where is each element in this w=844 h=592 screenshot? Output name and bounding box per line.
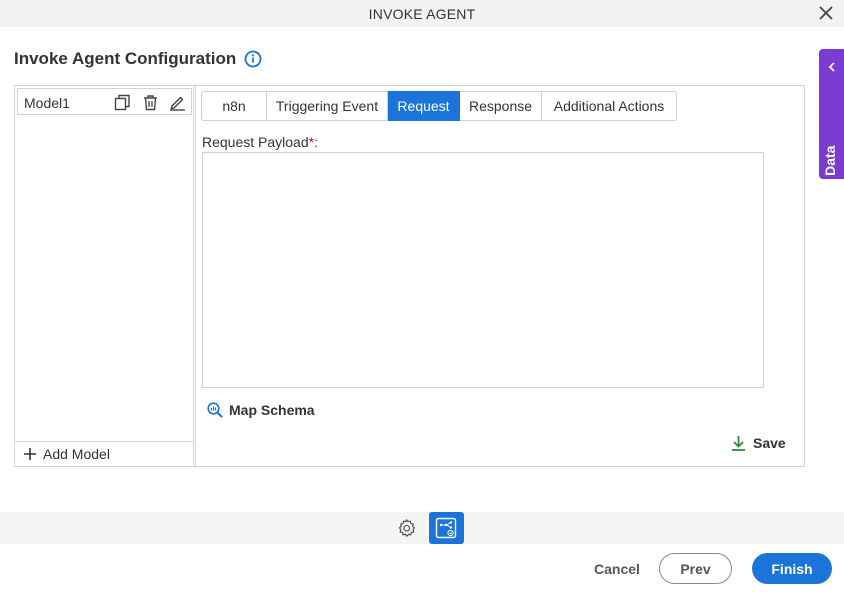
- cancel-button[interactable]: Cancel: [588, 553, 646, 584]
- tab-bar: n8n Triggering Event Request Response Ad…: [201, 91, 677, 121]
- model-item[interactable]: Model1: [17, 88, 192, 115]
- page-title: Invoke Agent Configuration: [14, 49, 237, 68]
- edit-icon[interactable]: [169, 94, 186, 111]
- prev-button[interactable]: Prev: [659, 553, 732, 584]
- bottom-toolbar: [0, 512, 844, 544]
- model-name: Model1: [24, 95, 70, 111]
- map-schema-label: Map Schema: [229, 402, 315, 418]
- dialog-title: INVOKE AGENT: [368, 6, 476, 22]
- label-colon: :: [314, 134, 318, 150]
- add-model-button[interactable]: Add Model: [15, 441, 193, 466]
- tab-response[interactable]: Response: [460, 91, 542, 121]
- duplicate-icon[interactable]: [114, 94, 131, 111]
- tab-additional-actions[interactable]: Additional Actions: [542, 91, 677, 121]
- map-schema-button[interactable]: Map Schema: [207, 402, 315, 418]
- close-icon[interactable]: [818, 5, 834, 21]
- page-title-row: Invoke Agent Configuration: [14, 49, 262, 69]
- request-panel: n8n Triggering Event Request Response Ad…: [195, 86, 804, 466]
- schema-search-icon: [207, 402, 223, 418]
- dialog-titlebar: INVOKE AGENT: [0, 0, 844, 27]
- workflow-icon: [435, 517, 457, 539]
- chevron-left-icon: [828, 62, 835, 72]
- plus-icon: [24, 448, 36, 460]
- save-button[interactable]: Save: [731, 435, 786, 451]
- tab-request[interactable]: Request: [388, 91, 460, 121]
- info-icon[interactable]: [244, 50, 262, 68]
- request-payload-label-text: Request Payload: [202, 134, 309, 150]
- gear-icon[interactable]: [396, 518, 417, 539]
- app-data-label: App Data: [822, 145, 838, 207]
- app-data-side-tab[interactable]: App Data: [819, 49, 844, 207]
- add-model-label: Add Model: [43, 446, 110, 462]
- save-label: Save: [753, 435, 786, 451]
- model-list-panel: Model1 Add Model: [15, 86, 194, 466]
- request-payload-label: Request Payload*:: [202, 134, 318, 150]
- flow-designer-button[interactable]: [429, 512, 464, 544]
- tab-n8n[interactable]: n8n: [201, 91, 267, 121]
- request-payload-input[interactable]: [202, 152, 764, 388]
- finish-button[interactable]: Finish: [752, 553, 832, 584]
- delete-icon[interactable]: [142, 94, 159, 111]
- configuration-panel: Model1 Add Model n8n Triggering Event Re…: [14, 85, 805, 467]
- download-icon: [732, 436, 745, 451]
- tab-triggering-event[interactable]: Triggering Event: [267, 91, 388, 121]
